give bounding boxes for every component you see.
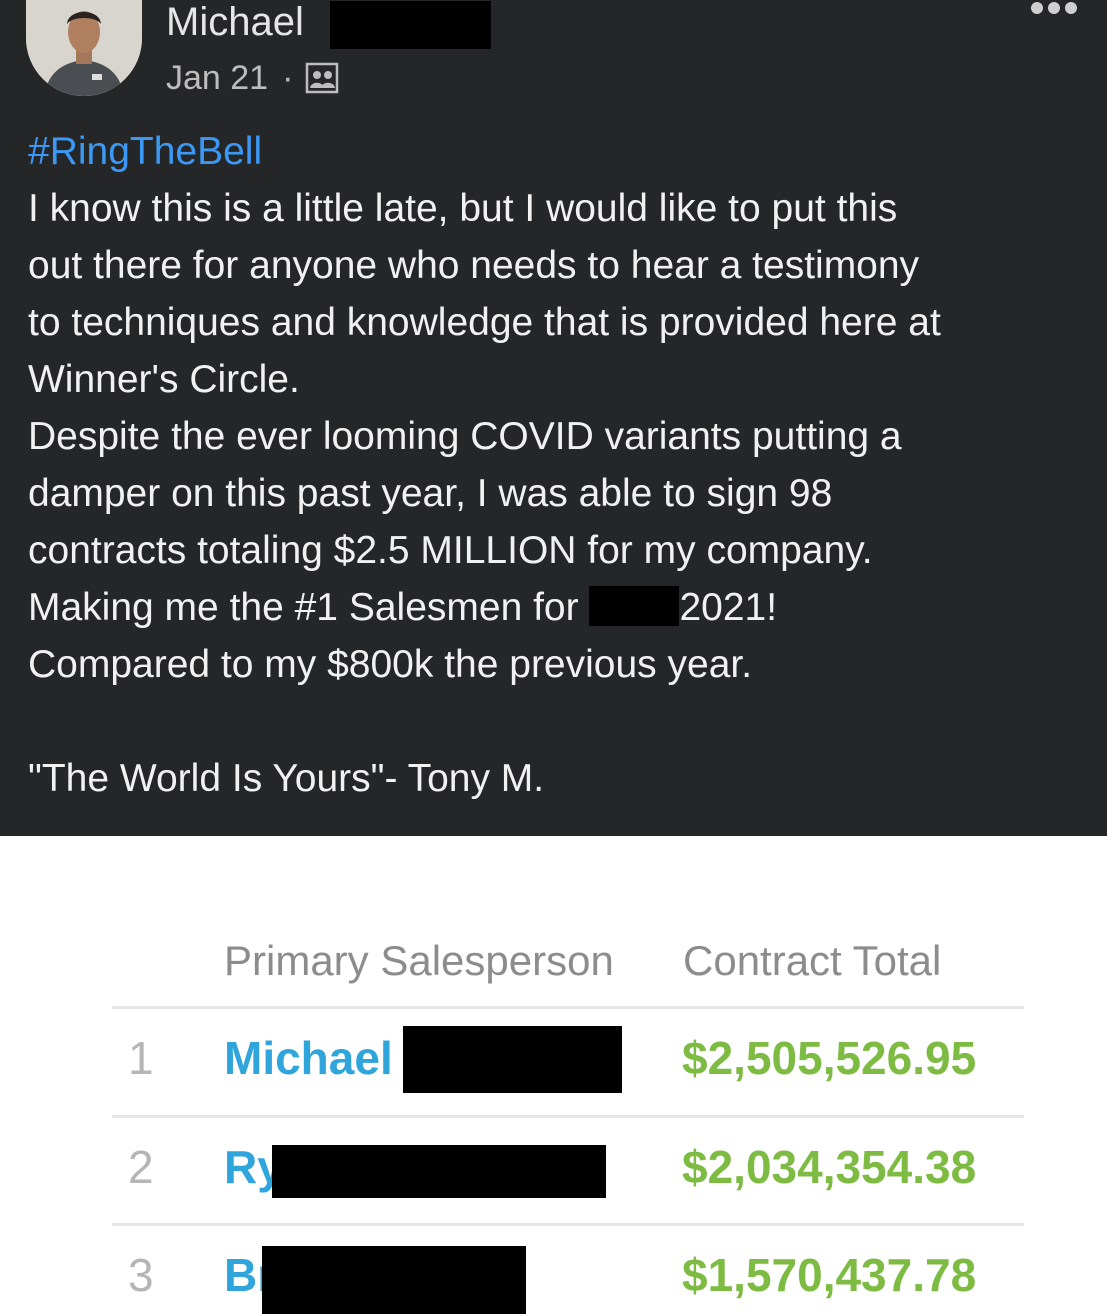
redacted-surname bbox=[330, 1, 491, 49]
post-line: Compared to my $800k the previous year. bbox=[28, 643, 753, 686]
row-rank: 2 bbox=[128, 1141, 154, 1193]
salesperson-name-link[interactable]: Michael bbox=[224, 1030, 393, 1086]
more-options-icon[interactable] bbox=[1031, 2, 1077, 14]
contract-total: $2,034,354.38 bbox=[682, 1141, 977, 1193]
post-body: #RingTheBell I know this is a little lat… bbox=[28, 123, 1088, 807]
hashtag-link[interactable]: #RingTheBell bbox=[28, 130, 262, 173]
redacted-name bbox=[272, 1145, 606, 1198]
avatar[interactable] bbox=[26, 0, 142, 96]
post-date[interactable]: Jan 21 bbox=[166, 58, 268, 98]
group-icon bbox=[305, 61, 339, 95]
post-line: to techniques and knowledge that is prov… bbox=[28, 301, 941, 344]
post-line: Winner's Circle. bbox=[28, 358, 300, 401]
redacted-name bbox=[262, 1246, 526, 1314]
post-card: Michael Jan 21 · #RingTheBell I know thi… bbox=[0, 0, 1107, 836]
salesman-year: 2021! bbox=[679, 586, 778, 629]
post-line: Despite the ever looming COVID variants … bbox=[28, 415, 902, 458]
post-line: out there for anyone who needs to hear a… bbox=[28, 244, 920, 287]
post-line: damper on this past year, I was able to … bbox=[28, 472, 833, 515]
table-divider bbox=[112, 1115, 1024, 1118]
author-name[interactable]: Michael bbox=[166, 0, 304, 44]
post-line: I know this is a little late, but I woul… bbox=[28, 187, 898, 230]
table-divider bbox=[112, 1006, 1024, 1009]
redacted-company bbox=[589, 586, 680, 626]
redacted-name bbox=[403, 1026, 622, 1093]
row-rank: 1 bbox=[128, 1032, 154, 1084]
salesman-text: Making me the #1 Salesmen for bbox=[28, 586, 579, 629]
meta-separator: · bbox=[282, 59, 294, 97]
contract-total: $1,570,437.78 bbox=[682, 1249, 977, 1301]
column-header-total: Contract Total bbox=[683, 937, 942, 984]
post-line-salesman: Making me the #1 Salesmen for 2021! bbox=[28, 579, 1088, 636]
column-header-salesperson: Primary Salesperson bbox=[224, 937, 614, 984]
contract-total: $2,505,526.95 bbox=[682, 1032, 977, 1084]
post-meta: Jan 21 · bbox=[166, 58, 339, 98]
post-line: contracts totaling $2.5 MILLION for my c… bbox=[28, 529, 873, 572]
table-divider bbox=[112, 1223, 1024, 1226]
row-rank: 3 bbox=[128, 1249, 154, 1301]
post-quote: "The World Is Yours"- Tony M. bbox=[28, 757, 545, 800]
